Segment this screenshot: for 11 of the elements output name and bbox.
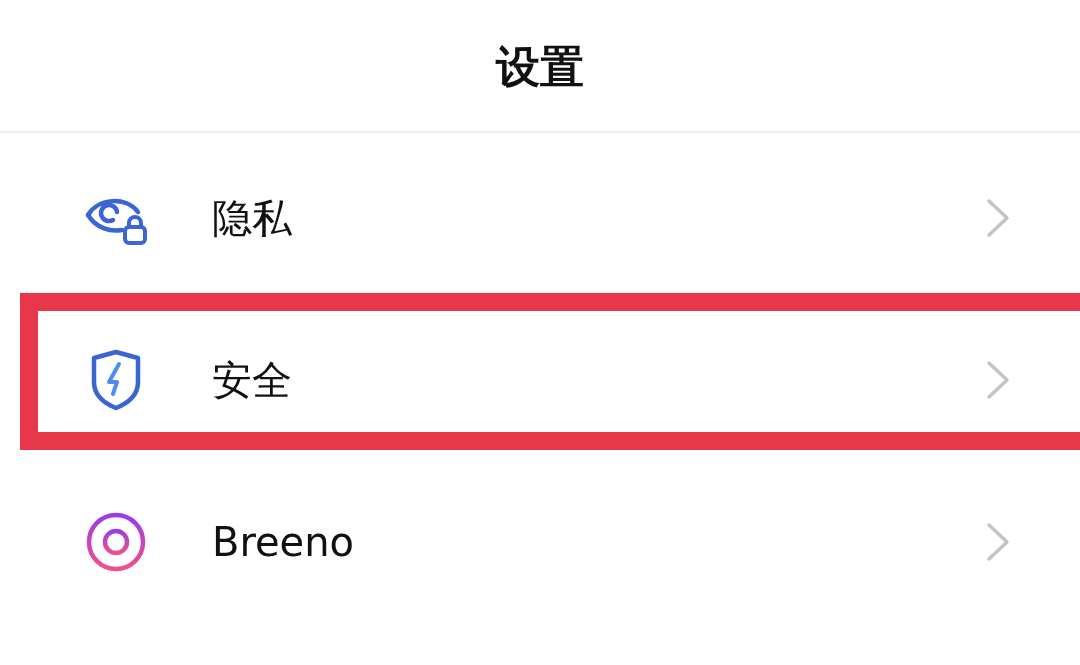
chevron-icon [986,522,1010,562]
ring-icon [84,510,148,574]
item-label: Breeno [212,519,356,565]
settings-item[interactable]: 安全 [0,299,1080,461]
settings-item[interactable]: Breeno [0,461,1080,623]
item-label: 隐私 [212,193,293,243]
chevron-icon [986,198,1010,238]
item-label: 安全 [212,355,293,405]
chevron-icon [986,360,1010,400]
settings-item[interactable]: 隐私 [0,137,1080,299]
page-title: 设置 [496,40,584,94]
